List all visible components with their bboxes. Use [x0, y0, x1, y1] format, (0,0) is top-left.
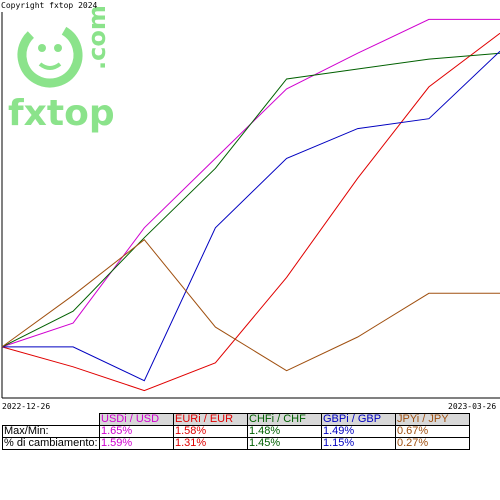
stats-cell: 1.31%	[173, 437, 248, 450]
stats-cell: 0.67%	[395, 425, 470, 438]
series-line-eur	[1, 32, 500, 392]
stats-cell: 1.15%	[321, 437, 396, 450]
stats-row-label: % di cambiamento:	[2, 437, 100, 450]
stats-cell: 0.27%	[395, 437, 470, 450]
stats-header-eur: EURi / EUR	[173, 413, 248, 426]
watermark-text: fxtop	[8, 93, 115, 134]
stats-corner	[2, 413, 100, 426]
stats-cell: 1.65%	[99, 425, 174, 438]
stats-header-jpy: JPYi / JPY	[395, 413, 470, 426]
stats-cell: 1.48%	[247, 425, 322, 438]
stats-header-gbp: GBPi / GBP	[321, 413, 396, 426]
copyright-text: Copyright fxtop 2024	[1, 1, 98, 10]
stats-header-usd: USDi / USD	[99, 413, 174, 426]
stats-header-row: USDi / USD EURi / EUR CHFi / CHF GBPi / …	[2, 413, 470, 426]
stats-cell: 1.59%	[99, 437, 174, 450]
watermark-suffix: .com	[83, 5, 111, 70]
stats-cell: 1.49%	[321, 425, 396, 438]
stats-row-change: % di cambiamento: 1.59% 1.31% 1.45% 1.15…	[2, 437, 470, 450]
x-start-label: 2022-12-26	[2, 402, 50, 411]
stats-row-label: Max/Min:	[2, 425, 100, 438]
stats-row-maxmin: Max/Min: 1.65% 1.58% 1.48% 1.49% 0.67%	[2, 425, 470, 438]
series-layer	[1, 18, 500, 392]
fxtop-logo: fxtop .com	[8, 5, 115, 134]
stats-cell: 1.58%	[173, 425, 248, 438]
stats-cell: 1.45%	[247, 437, 322, 450]
stats-table: USDi / USD EURi / EUR CHFi / CHF GBPi / …	[2, 413, 470, 450]
stats-header-chf: CHFi / CHF	[247, 413, 322, 426]
series-line-jpy	[1, 239, 500, 372]
x-end-label: 2023-03-26	[448, 402, 496, 411]
